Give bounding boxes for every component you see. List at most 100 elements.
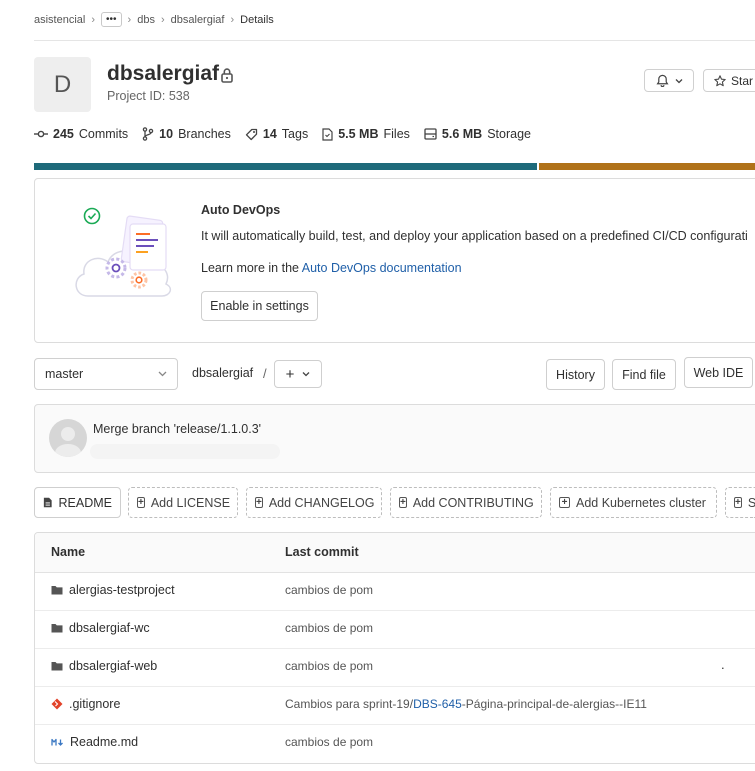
stat-files[interactable]: 5.5 MB Files: [322, 127, 410, 141]
breadcrumb-item-dbs[interactable]: dbs: [137, 14, 155, 26]
add-license-label: Add LICENSE: [150, 495, 231, 510]
last-commit-cell[interactable]: cambios de pom: [285, 659, 373, 673]
readme-button[interactable]: README: [34, 487, 121, 518]
table-row[interactable]: dbsalergiaf-wc cambios de pom: [35, 610, 755, 649]
language-segment[interactable]: [34, 163, 538, 170]
last-commit-cell[interactable]: cambios de pom: [285, 621, 373, 635]
table-row[interactable]: dbsalergiaf-web cambios de pom .: [35, 648, 755, 687]
bell-icon: [655, 74, 669, 87]
commit-author-avatar[interactable]: [49, 419, 87, 457]
plus-icon: +: [285, 365, 295, 383]
file-tree-table: Name Last commit alergias-testproject ca…: [34, 532, 755, 764]
readme-label: README: [58, 495, 112, 510]
plus-square-icon: +: [255, 496, 263, 508]
repository-languages-bar[interactable]: [34, 163, 755, 170]
table-row[interactable]: alergias-testproject cambios de pom: [35, 572, 755, 611]
table-row[interactable]: .gitignore Cambios para sprint-19/DBS-64…: [35, 686, 755, 725]
issue-link[interactable]: DBS-645: [413, 697, 462, 711]
file-name-cell: dbsalergiaf-wc: [51, 621, 150, 635]
stat-label: Storage: [487, 127, 531, 141]
add-changelog-button[interactable]: + Add CHANGELOG: [246, 487, 382, 518]
add-changelog-label: Add CHANGELOG: [268, 495, 375, 510]
file-name[interactable]: dbsalergiaf-web: [69, 659, 157, 673]
commit-icon: [34, 130, 48, 138]
file-icon: [322, 127, 333, 141]
file-name-cell: .gitignore: [51, 697, 120, 711]
add-license-button[interactable]: + Add LICENSE: [128, 487, 238, 518]
breadcrumb: asistencial › ••• › dbs › dbsalergiaf › …: [34, 12, 274, 27]
chevron-down-icon: [675, 78, 682, 83]
commit-message[interactable]: Merge branch 'release/1.1.0.3': [93, 422, 261, 436]
add-more-label: S: [747, 495, 755, 510]
commit-text: -Página-principal-de-alergias--IE11: [461, 697, 647, 711]
last-commit-panel: [34, 404, 755, 473]
add-kubernetes-cluster-button[interactable]: + Add Kubernetes cluster: [550, 487, 717, 518]
file-name[interactable]: .gitignore: [69, 697, 120, 711]
breadcrumb-item-project[interactable]: dbsalergiaf: [171, 14, 225, 26]
enable-in-settings-button[interactable]: Enable in settings: [201, 291, 318, 321]
web-ide-button[interactable]: Web IDE: [684, 357, 753, 388]
stat-value: 14: [262, 127, 277, 141]
column-header-last-commit: Last commit: [285, 545, 359, 559]
storage-icon: [424, 128, 437, 140]
column-header-name: Name: [51, 545, 86, 559]
stat-storage[interactable]: 5.6 MB Storage: [424, 127, 531, 141]
plus-square-icon: +: [559, 497, 570, 508]
repo-path-root[interactable]: dbsalergiaf: [192, 366, 253, 380]
auto-devops-learn-more: Learn more in the Auto DevOps documentat…: [201, 261, 462, 275]
breadcrumb-item-asistencial[interactable]: asistencial: [34, 14, 85, 26]
plus-square-icon: +: [137, 496, 145, 508]
tag-icon: [245, 128, 258, 140]
star-label: Star: [731, 73, 754, 88]
last-commit-cell[interactable]: cambios de pom: [285, 735, 373, 749]
find-file-button[interactable]: Find file: [612, 359, 676, 390]
project-id: Project ID: 538: [107, 89, 190, 103]
breadcrumb-ellipsis-button[interactable]: •••: [101, 12, 122, 27]
star-button[interactable]: Star: [703, 69, 755, 92]
add-more-button[interactable]: + S: [725, 487, 755, 518]
file-name[interactable]: dbsalergiaf-wc: [69, 621, 150, 635]
table-row[interactable]: Readme.md cambios de pom: [35, 724, 755, 762]
file-name-cell: alergias-testproject: [51, 583, 175, 597]
stat-label: Files: [383, 127, 410, 141]
add-to-tree-dropdown[interactable]: +: [274, 360, 322, 388]
breadcrumb-current[interactable]: Details: [240, 14, 274, 26]
stat-label: Branches: [178, 127, 231, 141]
stat-value: 5.5 MB: [338, 127, 379, 141]
folder-icon: [51, 624, 63, 633]
plus-square-icon: +: [734, 496, 742, 508]
history-button[interactable]: History: [546, 359, 605, 390]
stat-value: 10: [159, 127, 174, 141]
branch-selector[interactable]: master: [34, 358, 178, 390]
stat-commits[interactable]: 245 Commits: [34, 127, 128, 141]
doc-icon: [43, 497, 52, 508]
file-name-cell: Readme.md: [51, 735, 138, 749]
git-icon: [51, 698, 63, 710]
divider: [34, 40, 755, 41]
table-header: Name Last commit: [35, 533, 755, 573]
chevron-right-icon: ›: [127, 13, 132, 26]
auto-devops-docs-link[interactable]: Auto DevOps documentation: [302, 261, 462, 275]
last-commit-cell[interactable]: Cambios para sprint-19/DBS-645-Página-pr…: [285, 697, 647, 711]
stat-tags[interactable]: 14 Tags: [245, 127, 308, 141]
stat-branches[interactable]: 10 Branches: [142, 127, 231, 141]
file-name[interactable]: alergias-testproject: [69, 583, 175, 597]
project-title: dbsalergiaf: [107, 62, 220, 85]
auto-devops-illustration: [75, 207, 172, 297]
stat-value: 245: [53, 127, 74, 141]
last-commit-cell[interactable]: cambios de pom: [285, 583, 373, 597]
branch-icon: [142, 127, 154, 141]
stat-value: 5.6 MB: [441, 127, 483, 141]
stat-label: Tags: [281, 127, 309, 141]
file-name-cell: dbsalergiaf-web: [51, 659, 157, 673]
chevron-down-icon: [158, 371, 167, 377]
stat-label: Commits: [78, 127, 129, 141]
notification-dropdown-button[interactable]: [644, 69, 694, 92]
folder-icon: [51, 586, 63, 595]
file-name[interactable]: Readme.md: [70, 735, 138, 749]
folder-icon: [51, 662, 63, 671]
language-segment[interactable]: [539, 163, 755, 170]
add-contributing-button[interactable]: + Add CONTRIBUTING: [390, 487, 542, 518]
chevron-right-icon: ›: [91, 13, 96, 26]
stray-dot: .: [721, 657, 725, 672]
